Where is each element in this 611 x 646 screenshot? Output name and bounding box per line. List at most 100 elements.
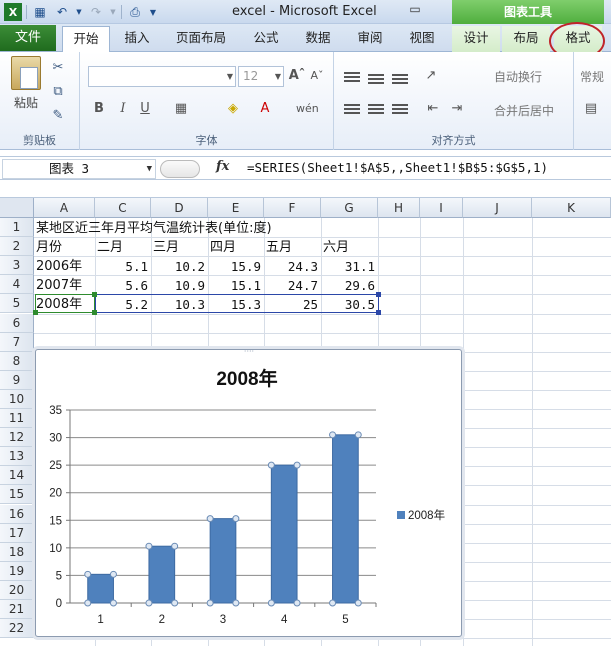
header-cell[interactable]: 月份 [36, 238, 95, 257]
row-header[interactable]: 1 [0, 218, 34, 238]
minimize-button[interactable]: ▭ [402, 2, 428, 20]
select-all-corner[interactable] [0, 198, 34, 218]
column-header[interactable]: C [95, 198, 151, 218]
row-header[interactable]: 13 [0, 447, 34, 467]
value-cell[interactable]: 29.6 [323, 276, 378, 295]
row-header[interactable]: 10 [0, 389, 34, 409]
column-header[interactable]: A [34, 198, 95, 218]
year-cell[interactable]: 2007年 [36, 276, 95, 295]
row-header[interactable]: 14 [0, 466, 34, 486]
row-header[interactable]: 9 [0, 370, 34, 390]
redo-dropdown-icon[interactable]: ▼ [109, 3, 117, 21]
column-header[interactable]: D [151, 198, 208, 218]
merge-center-button[interactable]: 合并后居中 [494, 102, 554, 119]
tab-insert[interactable]: 插入 [114, 26, 160, 52]
underline-button[interactable]: U [136, 100, 154, 118]
align-left-icon[interactable] [344, 104, 360, 116]
range-handle[interactable] [376, 310, 381, 315]
value-cell[interactable]: 5.6 [97, 276, 151, 295]
column-header[interactable]: F [264, 198, 321, 218]
header-cell[interactable]: 三月 [153, 238, 208, 257]
tab-view[interactable]: 视图 [400, 26, 444, 52]
number-format-combo[interactable]: 常规 [580, 68, 604, 85]
tab-formulas[interactable]: 公式 [244, 26, 288, 52]
row-header[interactable]: 4 [0, 275, 34, 295]
row-header[interactable]: 2 [0, 237, 34, 257]
formula-bar-splitter[interactable] [160, 160, 200, 178]
row-header[interactable]: 16 [0, 504, 34, 524]
tab-review[interactable]: 审阅 [348, 26, 392, 52]
column-header[interactable]: J [463, 198, 532, 218]
column-header[interactable]: I [420, 198, 463, 218]
bold-button[interactable]: B [90, 100, 108, 118]
row-header[interactable]: 5 [0, 294, 34, 314]
align-top-icon[interactable] [344, 72, 360, 84]
row-header[interactable]: 17 [0, 523, 34, 543]
shrink-font-icon[interactable]: Aˇ [308, 67, 326, 85]
embedded-chart[interactable]: ···· ···· 2008年 0 5 10 15 20 25 30 35 1 2 3 4 5 2008年 [35, 349, 462, 638]
row-header[interactable]: 6 [0, 313, 34, 333]
tab-data[interactable]: 数据 [296, 26, 340, 52]
header-cell[interactable]: 二月 [97, 238, 151, 257]
font-name-combo[interactable]: ▼ [88, 66, 236, 87]
range-handle[interactable] [92, 292, 97, 297]
align-center-icon[interactable] [368, 104, 384, 116]
decrease-indent-icon[interactable]: ⇤ [424, 100, 442, 118]
row-header[interactable]: 3 [0, 256, 34, 276]
value-cell[interactable]: 5.1 [97, 257, 151, 276]
value-cell[interactable]: 15.9 [210, 257, 264, 276]
tab-page-layout[interactable]: 页面布局 [170, 26, 232, 52]
save-icon[interactable]: ▦ [31, 3, 49, 21]
value-cell[interactable]: 15.1 [210, 276, 264, 295]
borders-icon[interactable]: ▦ [172, 100, 190, 118]
row-header[interactable]: 20 [0, 580, 34, 600]
paste-button[interactable]: 粘贴 [8, 56, 44, 111]
increase-indent-icon[interactable]: ⇥ [448, 100, 466, 118]
range-handle[interactable] [33, 310, 38, 315]
excel-logo-icon[interactable]: X [4, 3, 22, 21]
align-middle-icon[interactable] [368, 74, 384, 86]
phonetic-icon[interactable]: wén [296, 100, 319, 118]
row-header[interactable]: 7 [0, 332, 34, 352]
align-right-icon[interactable] [392, 104, 408, 116]
italic-button[interactable]: I [114, 100, 132, 118]
row-header[interactable]: 19 [0, 561, 34, 581]
grow-font-icon[interactable]: Aˆ [288, 67, 306, 85]
copy-icon[interactable]: ⧉ [50, 84, 66, 100]
header-cell[interactable]: 五月 [266, 238, 321, 257]
redo-icon[interactable]: ↷ [87, 3, 105, 21]
insert-function-icon[interactable]: fx [216, 159, 229, 174]
header-cell[interactable]: 四月 [210, 238, 264, 257]
cut-icon[interactable]: ✂ [50, 60, 66, 76]
tab-chart-design[interactable]: 设计 [452, 26, 500, 52]
wrap-text-button[interactable]: 自动换行 [494, 68, 542, 85]
header-cell[interactable]: 六月 [323, 238, 378, 257]
row-header[interactable]: 18 [0, 542, 34, 562]
year-cell[interactable]: 2006年 [36, 257, 95, 276]
fill-color-icon[interactable]: ◈ [224, 100, 242, 118]
row-header[interactable]: 22 [0, 619, 34, 639]
value-cell[interactable]: 31.1 [323, 257, 378, 276]
customize-qat-icon[interactable]: ▼ [148, 3, 158, 21]
formula-input[interactable]: =SERIES(Sheet1!$A$5,,Sheet1!$B$5:$G$5,1) [247, 160, 548, 175]
column-header[interactable]: E [208, 198, 264, 218]
column-header[interactable]: G [321, 198, 378, 218]
row-header[interactable]: 21 [0, 600, 34, 620]
print-preview-icon[interactable]: ⎙ [126, 3, 144, 21]
table-title-cell[interactable]: 某地区近三年月平均气温统计表(单位:度) [36, 219, 272, 238]
row-header[interactable]: 15 [0, 485, 34, 505]
range-handle[interactable] [376, 292, 381, 297]
value-cell[interactable]: 10.2 [153, 257, 208, 276]
tab-home[interactable]: 开始 [62, 26, 110, 53]
value-cell[interactable]: 24.3 [266, 257, 321, 276]
name-box[interactable]: 图表 3 ▼ [2, 159, 156, 179]
value-cell[interactable]: 10.9 [153, 276, 208, 295]
font-size-combo[interactable]: 12 ▼ [238, 66, 284, 87]
value-cell[interactable]: 24.7 [266, 276, 321, 295]
font-color-icon[interactable]: A [256, 100, 274, 118]
align-bottom-icon[interactable] [392, 74, 408, 86]
row-header[interactable]: 11 [0, 409, 34, 429]
tab-chart-layout[interactable]: 布局 [502, 26, 550, 52]
row-header[interactable]: 12 [0, 428, 34, 448]
undo-icon[interactable]: ↶ [53, 3, 71, 21]
